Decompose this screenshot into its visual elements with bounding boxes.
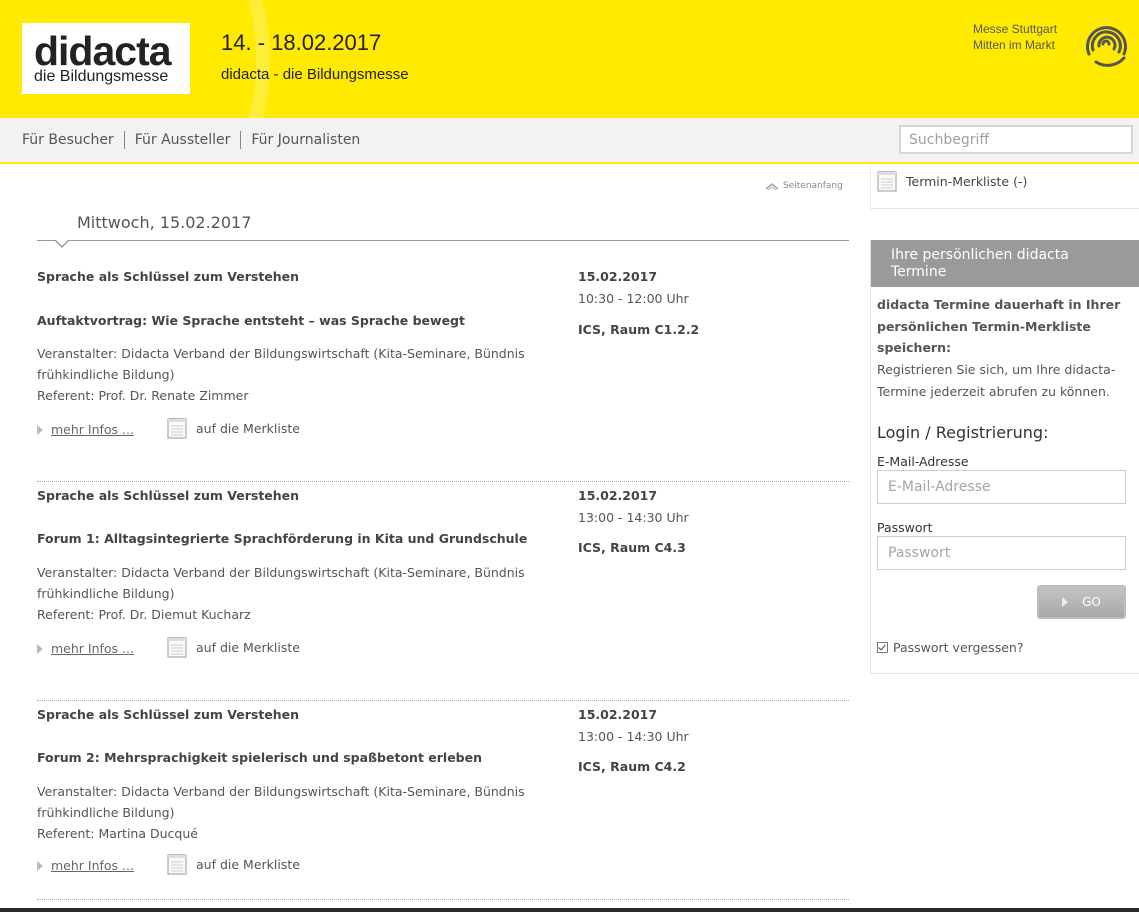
- notepad-icon: [877, 171, 897, 192]
- chevron-right-icon: [37, 424, 43, 435]
- event-speaker: Referent: Martina Ducqué: [37, 826, 198, 841]
- forgot-password-link[interactable]: Passwort vergessen?: [877, 640, 1023, 655]
- event-room: ICS, Raum C4.3: [578, 540, 686, 555]
- day-divider: [37, 240, 849, 241]
- email-label: E-Mail-Adresse: [877, 454, 969, 469]
- password-label: Passwort: [877, 520, 933, 535]
- event-time: 10:30 - 12:00 Uhr: [578, 291, 689, 306]
- event-series: Sprache als Schlüssel zum Verstehen: [37, 488, 300, 503]
- event-title: Forum 1: Alltagsintegrierte Sprachförder…: [37, 531, 528, 546]
- email-field[interactable]: [877, 470, 1126, 504]
- event-room: ICS, Raum C1.2.2: [578, 322, 700, 337]
- box-title: Ihre persönlichen didacta Termine: [871, 240, 1139, 287]
- event-time: 13:00 - 14:30 Uhr: [578, 729, 689, 744]
- event-room: ICS, Raum C4.2: [578, 759, 686, 774]
- more-info-link[interactable]: mehr Infos ...: [37, 858, 134, 873]
- messe-name: Messe Stuttgart: [973, 22, 1058, 36]
- play-icon: [1062, 597, 1069, 607]
- nav-links: Für Besucher Für Aussteller Für Journali…: [22, 131, 370, 149]
- event-organizer: Veranstalter: Didacta Verband der Bildun…: [37, 565, 525, 601]
- event-title: Auftaktvortrag: Wie Sprache entsteht – w…: [37, 313, 465, 328]
- day-heading: Mittwoch, 15.02.2017: [77, 213, 252, 232]
- logo-text: didacta: [34, 28, 172, 74]
- event-series: Sprache als Schlüssel zum Verstehen: [37, 707, 300, 722]
- event-organizer: Veranstalter: Didacta Verband der Bildun…: [37, 784, 525, 820]
- main-navigation: Für Besucher Für Aussteller Für Journali…: [0, 118, 1139, 164]
- go-label: GO: [1082, 595, 1101, 609]
- event-item: Sprache als Schlüssel zum Verstehen Auft…: [37, 263, 849, 482]
- personal-appointments-box: Ihre persönlichen didacta Termine didact…: [870, 240, 1139, 674]
- event-organizer: Veranstalter: Didacta Verband der Bildun…: [37, 346, 525, 382]
- watchlist-link[interactable]: Termin-Merkliste (-): [877, 170, 1027, 192]
- notepad-icon: [167, 637, 187, 658]
- day-divider-notch: [54, 239, 70, 248]
- box-intro: Registrieren Sie sich, um Ihre didacta-T…: [877, 362, 1116, 399]
- more-info-label[interactable]: mehr Infos ...: [51, 422, 134, 437]
- double-chevron-up-icon: [765, 183, 779, 190]
- add-to-watchlist-button[interactable]: auf die Merkliste: [167, 853, 300, 875]
- event-series: Sprache als Schlüssel zum Verstehen: [37, 269, 300, 284]
- add-to-watchlist-button[interactable]: auf die Merkliste: [167, 636, 300, 658]
- watchlist-label: Termin-Merkliste (-): [906, 173, 1028, 189]
- spiral-logo-icon[interactable]: [1082, 20, 1130, 68]
- add-to-watchlist-button[interactable]: auf die Merkliste: [167, 417, 300, 439]
- site-header: didacta die Bildungsmesse 14. - 18.02.20…: [0, 0, 1139, 118]
- more-info-label[interactable]: mehr Infos ...: [51, 641, 134, 656]
- box-intro-bold: didacta Termine dauerhaft in Ihrer persö…: [877, 297, 1121, 355]
- more-info-link[interactable]: mehr Infos ...: [37, 641, 134, 656]
- header-tagline: didacta - die Bildungsmesse: [221, 66, 409, 83]
- nav-item-journalisten[interactable]: Für Journalisten: [241, 131, 370, 149]
- back-to-top-link[interactable]: Seitenanfang: [765, 181, 843, 191]
- add-to-watchlist-label: auf die Merkliste: [196, 856, 300, 872]
- checkbox-icon: [877, 642, 888, 653]
- nav-item-besucher[interactable]: Für Besucher: [22, 131, 125, 149]
- didacta-logo[interactable]: didacta die Bildungsmesse: [22, 23, 190, 94]
- login-heading: Login / Registrierung:: [877, 423, 1049, 442]
- chevron-right-icon: [37, 860, 43, 871]
- event-speaker: Referent: Prof. Dr. Diemut Kucharz: [37, 607, 251, 622]
- password-field[interactable]: [877, 536, 1126, 570]
- add-to-watchlist-label: auf die Merkliste: [196, 420, 300, 436]
- forgot-password-label: Passwort vergessen?: [893, 640, 1024, 655]
- back-to-top-label: Seitenanfang: [783, 181, 843, 191]
- event-date: 15.02.2017: [578, 707, 658, 722]
- bottom-edge: [0, 908, 1139, 912]
- messe-stuttgart-label[interactable]: Messe Stuttgart Mitten im Markt: [973, 21, 1057, 53]
- notepad-icon: [167, 854, 187, 875]
- more-info-label[interactable]: mehr Infos ...: [51, 858, 134, 873]
- event-title: Forum 2: Mehrsprachigkeit spielerisch un…: [37, 750, 483, 765]
- event-date-range: 14. - 18.02.2017: [221, 30, 382, 55]
- logo-subtitle: die Bildungsmesse: [34, 68, 169, 85]
- nav-item-aussteller[interactable]: Für Aussteller: [125, 131, 242, 149]
- add-to-watchlist-label: auf die Merkliste: [196, 639, 300, 655]
- event-item: Sprache als Schlüssel zum Verstehen Foru…: [37, 482, 849, 701]
- event-item: Sprache als Schlüssel zum Verstehen Foru…: [37, 701, 849, 900]
- event-date: 15.02.2017: [578, 488, 658, 503]
- watchlist-panel: Termin-Merkliste (-): [870, 164, 1139, 209]
- search-input[interactable]: [899, 125, 1133, 154]
- more-info-link[interactable]: mehr Infos ...: [37, 422, 134, 437]
- notepad-icon: [167, 418, 187, 439]
- chevron-right-icon: [37, 643, 43, 654]
- event-speaker: Referent: Prof. Dr. Renate Zimmer: [37, 388, 249, 403]
- event-date: 15.02.2017: [578, 269, 658, 284]
- messe-slogan: Mitten im Markt: [973, 38, 1056, 52]
- event-time: 13:00 - 14:30 Uhr: [578, 510, 689, 525]
- go-button[interactable]: GO: [1037, 585, 1126, 619]
